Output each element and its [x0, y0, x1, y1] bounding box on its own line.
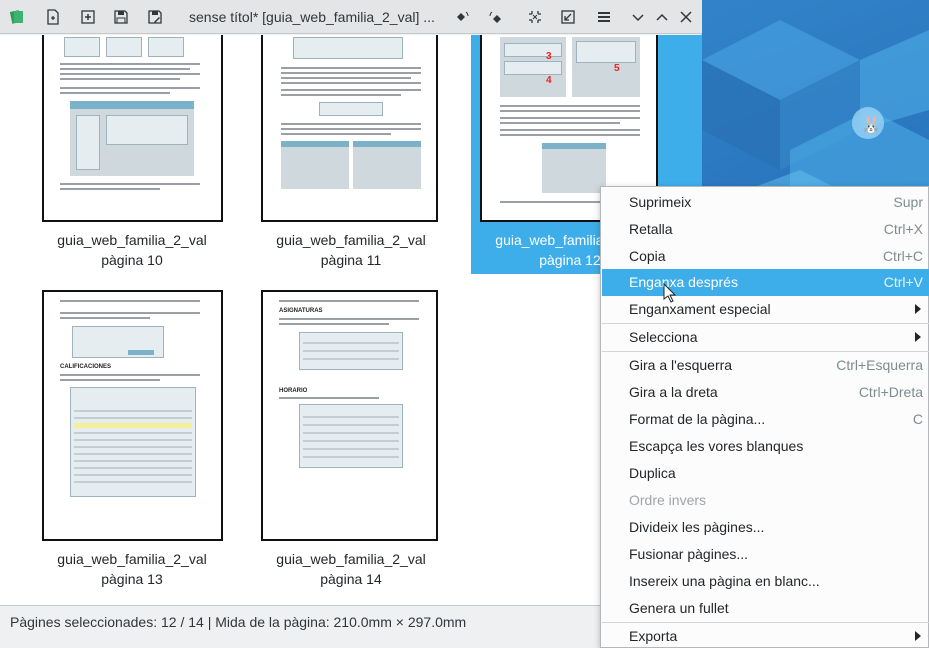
menu-item-cut[interactable]: Retalla Ctrl+X — [602, 216, 929, 243]
submenu-arrow-icon — [915, 332, 921, 342]
menu-item-copy[interactable]: Copia Ctrl+C — [602, 243, 929, 270]
page-caption-14: guia_web_familia_2_val pàgina 14 — [276, 551, 426, 587]
page-grid[interactable]: guia_web_familia_2_val pàgina 10 guia_web… — [0, 35, 702, 605]
svg-text:🐰: 🐰 — [861, 115, 881, 134]
status-text: Pàgines seleccionades: 12 / 14 | Mida de… — [10, 614, 467, 630]
title-bar: sense títol* [guia_web_familia_2_val] ..… — [0, 0, 702, 34]
page-thumbnail-11[interactable] — [261, 35, 438, 222]
save-icon[interactable] — [110, 6, 132, 28]
maximize-icon[interactable] — [651, 6, 673, 28]
mouse-cursor-icon — [663, 283, 677, 303]
page-thumbnail-14[interactable]: ASIGNATURAS HORARIO — [261, 290, 438, 541]
submenu-arrow-icon — [915, 304, 921, 314]
page-thumbnail-13[interactable]: CALIFICACIONES — [42, 290, 223, 541]
menu-item-select[interactable]: Selecciona — [602, 324, 929, 351]
resize-icon[interactable] — [557, 6, 579, 28]
menu-item-paste-after[interactable]: Enganxa després Ctrl+V — [602, 269, 929, 296]
window-title: sense títol* [guia_web_familia_2_val] ..… — [189, 9, 435, 25]
submenu-arrow-icon — [915, 631, 921, 641]
menu-item-duplicate[interactable]: Duplica — [602, 460, 929, 487]
menu-item-paste-special[interactable]: Enganxament especial — [602, 296, 929, 323]
menu-item-rotate-left[interactable]: Gira a l'esquerra Ctrl+Esquerra — [602, 352, 929, 379]
save-as-icon[interactable] — [144, 6, 166, 28]
app-window: sense títol* [guia_web_familia_2_val] ..… — [0, 0, 702, 648]
menu-item-insert-blank-page[interactable]: Insereix una pàgina en blanc... — [602, 568, 929, 595]
page-caption-13: guia_web_familia_2_val pàgina 13 — [57, 551, 207, 587]
menu-item-export[interactable]: Exporta — [602, 623, 929, 648]
menu-item-generate-booklet[interactable]: Genera un fullet — [602, 595, 929, 622]
page14-heading-2: HORARIO — [279, 388, 308, 394]
marker-5: 5 — [614, 63, 620, 74]
menu-item-split-pages[interactable]: Divideix les pàgines... — [602, 514, 929, 541]
app-icon — [6, 6, 28, 28]
page-caption-10: guia_web_familia_2_val pàgina 10 — [57, 232, 207, 268]
menu-item-delete[interactable]: Suprimeix Supr — [602, 189, 929, 216]
marker-3: 3 — [546, 51, 552, 62]
marker-4: 4 — [546, 75, 552, 86]
menu-item-crop-margins[interactable]: Escapça les vores blanques — [602, 433, 929, 460]
page-thumbnail-10[interactable] — [42, 35, 223, 222]
status-bar: Pàgines seleccionades: 12 / 14 | Mida de… — [0, 605, 702, 648]
context-menu: Suprimeix Supr Retalla Ctrl+X Copia Ctrl+C … — [600, 186, 929, 648]
page13-heading: CALIFICACIONES — [60, 364, 111, 370]
page-caption-11: guia_web_familia_2_val pàgina 11 — [276, 232, 426, 268]
open-icon[interactable] — [42, 6, 64, 28]
menu-icon[interactable] — [593, 6, 615, 28]
menu-item-reverse-order: Ordre invers — [629, 492, 707, 508]
rotate-left-icon[interactable] — [451, 6, 473, 28]
rotate-right-icon[interactable] — [485, 6, 507, 28]
import-icon[interactable] — [77, 6, 99, 28]
crop-icon[interactable] — [524, 6, 546, 28]
minimize-icon[interactable] — [627, 6, 649, 28]
menu-item-rotate-right[interactable]: Gira a la dreta Ctrl+Dreta — [602, 379, 929, 406]
close-icon[interactable] — [675, 6, 697, 28]
menu-item-merge-pages[interactable]: Fusionar pàgines... — [602, 541, 929, 568]
menu-item-page-format[interactable]: Format de la pàgina... C — [602, 406, 929, 433]
page14-heading-1: ASIGNATURAS — [279, 308, 323, 314]
